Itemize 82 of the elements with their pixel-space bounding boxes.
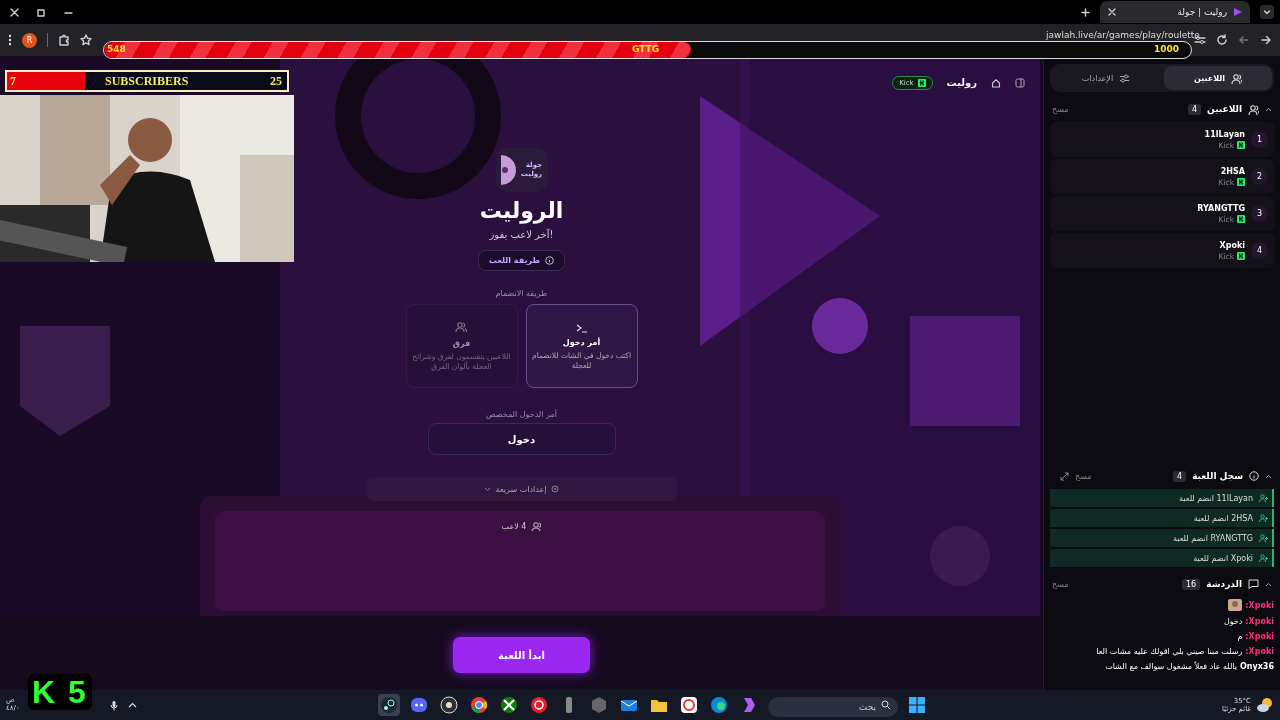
url-text[interactable]: jawlah.live/ar/games/play/roulette	[1046, 30, 1200, 40]
collapse-icon[interactable]	[1265, 106, 1272, 112]
close-icon[interactable]	[10, 7, 19, 17]
new-tab-icon[interactable]	[1081, 7, 1090, 17]
browser-icon[interactable]	[468, 694, 490, 716]
reload-icon[interactable]	[1216, 34, 1228, 46]
menu-icon[interactable]	[8, 34, 12, 46]
panel-title: اللاعبين	[1207, 104, 1242, 114]
collapse-icon[interactable]	[1265, 473, 1272, 479]
rank-badge: 1	[1251, 131, 1268, 148]
profile-avatar[interactable]: R	[22, 32, 37, 48]
app-icon[interactable]	[528, 694, 550, 716]
collapse-icon[interactable]	[1265, 581, 1272, 587]
restore-icon[interactable]	[37, 7, 46, 17]
search-icon	[881, 700, 891, 710]
emote-icon	[1228, 599, 1243, 611]
chat-message: يالله عاد فعلاً مشغول سوالف مع الشات	[1105, 662, 1237, 671]
chat-message: رسلت مبنا صيني بلي اقولك عليه مشات العا	[1096, 647, 1243, 656]
panel-title: الدردشة	[1206, 579, 1242, 589]
start-icon[interactable]	[906, 694, 928, 716]
expand-icon[interactable]	[1060, 471, 1069, 481]
app-icon[interactable]	[438, 694, 460, 716]
kick-icon	[1237, 215, 1245, 223]
goal-label: GTTG	[632, 44, 660, 54]
user-plus-icon	[1259, 513, 1268, 523]
user-plus-icon	[1259, 493, 1268, 503]
user-plus-icon	[1259, 553, 1268, 563]
goal-target: 1000	[1153, 44, 1179, 54]
count-badge: 4	[1188, 103, 1202, 115]
sliders-icon	[1119, 72, 1131, 84]
forward-icon[interactable]	[1260, 34, 1272, 46]
weather-icon	[1256, 697, 1274, 713]
kick-icon	[1237, 252, 1245, 260]
log-text: 2HSA انضم للعبة	[1193, 513, 1253, 523]
player-name: 2HSA	[1219, 166, 1245, 176]
chat-message: م	[1237, 632, 1243, 641]
log-text: RYANGTTG انضم للعبة	[1173, 533, 1253, 543]
chevron-up-icon[interactable]	[128, 702, 137, 708]
sidebar-tab[interactable]: الإعدادات	[1052, 66, 1160, 90]
extensions-icon[interactable]	[58, 34, 70, 46]
rank-badge: 3	[1251, 205, 1268, 222]
count-badge: 16	[1182, 578, 1201, 590]
tab-list-icon[interactable]	[1260, 5, 1274, 19]
chat-username: Onyx36	[1240, 662, 1274, 671]
chat-username: Xpoki:	[1245, 647, 1274, 656]
panel-title: سجل اللعبة	[1192, 471, 1243, 481]
tab-title: روليت | جولة	[1176, 7, 1227, 17]
rank-badge: 2	[1251, 168, 1268, 185]
chat-username: Xpoki:	[1245, 600, 1274, 610]
player-name: RYANGTTG	[1197, 203, 1245, 213]
app-icon[interactable]	[678, 694, 700, 716]
user-plus-icon	[1259, 533, 1268, 543]
log-text: 11lLayan انضم للعبة	[1179, 493, 1253, 503]
kick-icon	[1237, 178, 1245, 186]
chat-username: Xpoki:	[1245, 632, 1274, 641]
goal-current: 548	[107, 44, 126, 54]
rank-badge: 4	[1251, 242, 1268, 259]
kick-icon	[1237, 141, 1245, 149]
chat-icon	[1248, 579, 1259, 589]
close-tab-icon[interactable]	[1108, 8, 1116, 16]
tab-favicon-icon	[1233, 7, 1242, 17]
log-text: Xpoki انضم للعبة	[1193, 553, 1253, 563]
player-name: 11lLayan	[1204, 129, 1245, 139]
app-icon[interactable]	[498, 694, 520, 716]
chat-username: Xpoki:	[1245, 617, 1274, 626]
clear-button[interactable]: مسح	[1075, 471, 1092, 481]
player-name: Xpoki	[1218, 240, 1245, 250]
chat-message: دخول	[1223, 617, 1243, 626]
browser-icon[interactable]	[708, 694, 730, 716]
users-icon	[1231, 72, 1242, 84]
clear-button[interactable]: مسح	[1052, 579, 1069, 589]
users-icon	[1248, 103, 1259, 115]
star-icon[interactable]	[80, 34, 92, 46]
microphone-icon[interactable]	[110, 699, 118, 711]
back-icon[interactable]	[1238, 34, 1250, 46]
info-icon	[1249, 471, 1259, 481]
sidebar-tab[interactable]: اللاعبين	[1164, 66, 1272, 90]
search-field[interactable]: بحث	[768, 697, 898, 717]
app-icon[interactable]	[378, 694, 400, 716]
browser-tab[interactable]: روليت | جولة	[1100, 1, 1250, 23]
count-badge: 4	[1173, 470, 1187, 482]
clear-button[interactable]: مسح	[1052, 104, 1069, 114]
